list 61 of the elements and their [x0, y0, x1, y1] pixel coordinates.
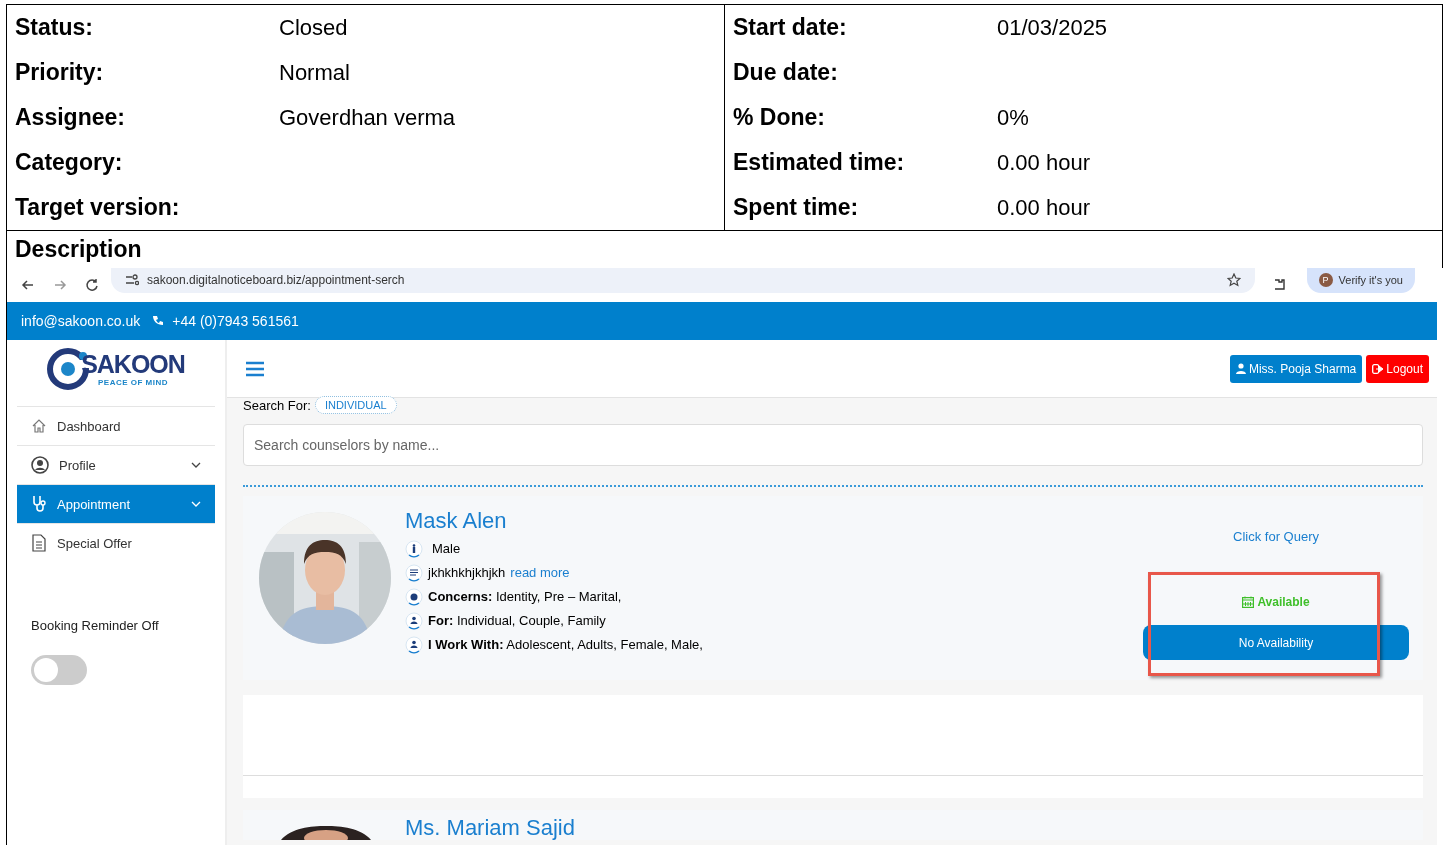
- bio-text: jkhkhkhjkhjkh: [428, 565, 506, 580]
- gender-text: Male: [432, 541, 461, 556]
- logout-button[interactable]: Logout: [1366, 354, 1429, 383]
- profile-chip[interactable]: P Verify it's you: [1306, 268, 1415, 293]
- forward-arrow-icon[interactable]: [53, 278, 67, 292]
- field-value: Goverdhan verma: [279, 104, 456, 131]
- read-more-link[interactable]: read more: [510, 565, 570, 580]
- field-value: Closed: [279, 14, 348, 41]
- detail-text: Concerns: Identity, Pre – Marital,: [428, 589, 622, 604]
- url-text: sakoon.digitalnoticeboard.biz/appointment-serch: [147, 273, 406, 287]
- text-lines-icon: [405, 563, 423, 582]
- query-link[interactable]: Click for Query: [1233, 529, 1319, 544]
- sidebar-item[interactable]: Dashboard: [17, 407, 215, 446]
- field-label: Category:: [15, 149, 124, 176]
- phone-icon: [152, 315, 165, 327]
- menu-icon[interactable]: [245, 360, 265, 377]
- counselor-name[interactable]: Mask Alen: [405, 508, 703, 534]
- search-field[interactable]: Search counselors by name...: [243, 424, 1423, 466]
- stethoscope-icon: [31, 495, 47, 513]
- star-icon[interactable]: [1226, 273, 1241, 287]
- reminder-toggle[interactable]: [31, 655, 87, 685]
- calendar-icon: [1242, 596, 1255, 608]
- search-for-label: Search For:: [243, 397, 311, 413]
- chevron-down-icon[interactable]: [191, 462, 201, 468]
- sidebar-item[interactable]: Appointment: [17, 485, 215, 524]
- site-settings-icon[interactable]: [125, 274, 139, 286]
- field-label: Due date:: [733, 59, 839, 86]
- counselor-name[interactable]: Ms. Mariam Sajid: [405, 816, 575, 840]
- field-value: 0.00 hour: [997, 194, 1090, 221]
- logout-icon: [1372, 363, 1384, 374]
- section-heading: Description: [15, 236, 142, 263]
- field-label: Status:: [15, 14, 94, 41]
- detail-text: For: Individual, Couple, Family: [428, 613, 606, 628]
- field-label: % Done:: [733, 104, 826, 131]
- reminder-label: Booking Reminder Off: [31, 618, 160, 633]
- back-arrow-icon[interactable]: [21, 278, 35, 292]
- reload-icon[interactable]: [85, 278, 99, 292]
- field-label: Assignee:: [15, 104, 126, 131]
- field-label: Target version:: [15, 194, 181, 221]
- detail-text: I Work With: Adolescent, Adults, Female, Male,: [428, 637, 703, 652]
- availability-status: Available: [1242, 595, 1310, 609]
- phone-text: +44 (0)7943 561561: [172, 313, 299, 329]
- user-icon: [1235, 363, 1246, 374]
- user-button[interactable]: Miss. Pooja Sharma: [1229, 354, 1363, 383]
- field-value: Normal: [279, 59, 350, 86]
- field-label: Estimated time:: [733, 149, 906, 176]
- email-text: info@sakoon.co.uk: [21, 313, 141, 329]
- home-icon: [31, 418, 47, 434]
- field-value: 01/03/2025: [997, 14, 1108, 41]
- logo[interactable]: SAKOON PEACE OF MIND: [47, 348, 185, 390]
- field-value: 0%: [997, 104, 1029, 131]
- field-label: Spent time:: [733, 194, 860, 221]
- field-label: Priority:: [15, 59, 105, 86]
- sidebar-item[interactable]: Special Offer: [17, 524, 215, 562]
- field-value: 0.00 hour: [997, 149, 1090, 176]
- field-label: Start date:: [733, 14, 848, 41]
- no-availability-button[interactable]: No Availability: [1143, 625, 1409, 660]
- document-icon: [31, 534, 47, 552]
- user-circle-icon: [31, 456, 49, 474]
- address-bar[interactable]: sakoon.digitalnoticeboard.biz/appointment-serch: [111, 268, 1255, 293]
- filter-tag[interactable]: INDIVIDUAL: [314, 396, 397, 414]
